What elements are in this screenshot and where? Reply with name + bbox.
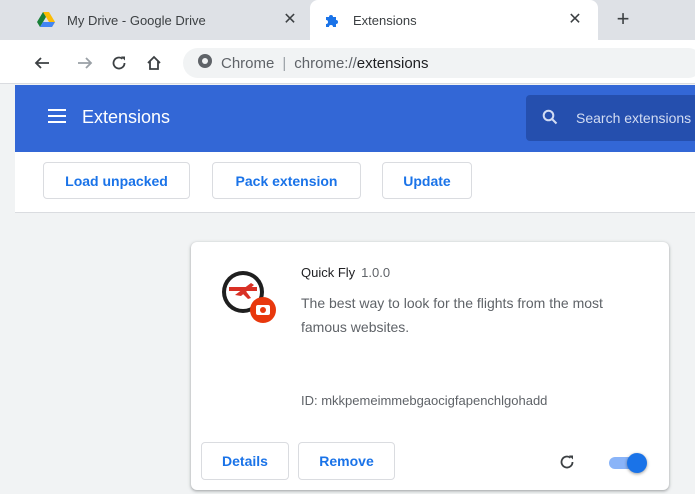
reload-extension-icon[interactable] — [557, 452, 577, 472]
tab-title: Extensions — [353, 12, 417, 28]
extension-card: Quick Fly 1.0.0 The best way to look for … — [191, 242, 669, 490]
browser-toolbar: Chrome | chrome:// extensions — [0, 40, 695, 84]
remove-button[interactable]: Remove — [298, 442, 395, 480]
extension-version: 1.0.0 — [361, 265, 391, 280]
url-scheme: chrome:// — [294, 54, 357, 72]
google-drive-icon — [37, 11, 55, 29]
extension-description: The best way to look for the flights fro… — [301, 295, 603, 335]
pack-extension-button[interactable]: Pack extension — [212, 162, 361, 199]
close-icon[interactable]: ✕ — [281, 11, 299, 29]
tab-google-drive[interactable]: My Drive - Google Drive ✕ — [15, 0, 312, 40]
address-bar[interactable]: Chrome | chrome:// extensions — [183, 48, 695, 78]
load-unpacked-button[interactable]: Load unpacked — [43, 162, 190, 199]
back-arrow-icon[interactable] — [31, 52, 53, 74]
extension-title-row: Quick Fly 1.0.0 — [301, 265, 390, 280]
close-icon[interactable]: ✕ — [566, 11, 584, 29]
url-separator: | — [282, 54, 287, 72]
url-host: extensions — [356, 54, 429, 72]
tab-title: My Drive - Google Drive — [67, 12, 206, 28]
page-title: Extensions — [82, 107, 171, 127]
chrome-logo-icon — [197, 53, 213, 73]
toggle-knob — [627, 453, 647, 473]
tab-extensions[interactable]: Extensions ✕ — [310, 0, 598, 40]
menu-icon[interactable] — [48, 109, 66, 123]
forward-arrow-icon[interactable] — [74, 52, 96, 74]
puzzle-piece-icon — [323, 11, 341, 29]
developer-toolbar: Load unpacked Pack extension Update — [15, 152, 695, 213]
new-tab-button[interactable]: + — [611, 8, 635, 32]
reload-icon[interactable] — [108, 52, 130, 74]
tab-strip: My Drive - Google Drive ✕ Extensions ✕ + — [0, 0, 695, 40]
airplane-icon — [221, 268, 277, 324]
enable-toggle[interactable] — [607, 453, 647, 473]
update-button[interactable]: Update — [382, 162, 472, 199]
search-placeholder: Search extensions — [576, 110, 692, 126]
search-input[interactable]: Search extensions — [526, 95, 695, 141]
extensions-header: Extensions Search extensions — [15, 85, 695, 152]
site-label: Chrome — [221, 54, 275, 72]
search-icon — [542, 109, 558, 128]
home-icon[interactable] — [143, 52, 165, 74]
extension-id: ID: mkkpemeimmebgaocigfapenchlgohadd — [301, 393, 548, 408]
details-button[interactable]: Details — [201, 442, 289, 480]
extension-name: Quick Fly — [301, 265, 356, 280]
